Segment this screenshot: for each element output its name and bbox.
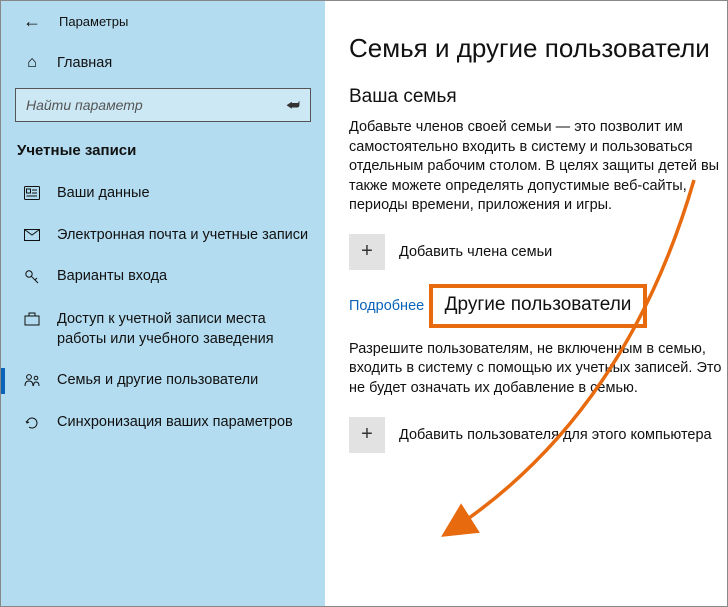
category-title: Учетные записи <box>1 136 325 173</box>
add-other-user-row[interactable]: + Добавить пользователя для этого компью… <box>349 417 725 453</box>
plus-icon: + <box>349 417 385 453</box>
sidebar: ← Параметры ⌂ Главная ⮨ Учетные записи В… <box>1 1 325 606</box>
nav-label: Варианты входа <box>57 267 167 287</box>
sidebar-item-signin-options[interactable]: Варианты входа <box>1 256 325 299</box>
nav-label: Доступ к учетной записи места работы или… <box>57 310 311 349</box>
sidebar-item-work-school[interactable]: Доступ к учетной записи места работы или… <box>1 299 325 360</box>
search-box[interactable]: ⮨ <box>15 88 311 122</box>
sidebar-header: ← Параметры <box>1 1 325 46</box>
nav-list: Ваши данные Электронная почта и учетные … <box>1 173 325 445</box>
person-card-icon <box>23 186 41 203</box>
nav-label: Синхронизация ваших параметров <box>57 413 293 433</box>
search-icon: ⮨ <box>286 97 300 114</box>
nav-label: Семья и другие пользователи <box>57 371 258 391</box>
nav-label: Электронная почта и учетные записи <box>57 226 308 246</box>
back-arrow-icon[interactable]: ← <box>23 11 41 32</box>
sidebar-item-email-accounts[interactable]: Электронная почта и учетные записи <box>1 215 325 257</box>
sidebar-item-family-users[interactable]: Семья и другие пользователи <box>1 360 325 402</box>
sidebar-item-home[interactable]: ⌂ Главная <box>1 46 325 84</box>
sync-icon <box>23 415 41 434</box>
sidebar-item-sync[interactable]: Синхронизация ваших параметров <box>1 402 325 445</box>
learn-more-link[interactable]: Подробнее <box>349 298 424 314</box>
search-input[interactable] <box>26 97 286 113</box>
plus-icon: + <box>349 234 385 270</box>
mail-icon <box>23 228 41 244</box>
people-icon <box>23 373 41 390</box>
family-heading: Ваша семья <box>349 86 725 108</box>
add-other-label: Добавить пользователя для этого компьюте… <box>399 427 712 443</box>
annotation-highlight-box: Другие пользователи <box>429 284 648 328</box>
home-label: Главная <box>57 55 112 71</box>
family-description: Добавьте членов своей семьи — это позвол… <box>349 118 725 216</box>
add-family-label: Добавить члена семьи <box>399 244 552 260</box>
briefcase-icon <box>23 312 41 329</box>
add-family-member-row[interactable]: + Добавить члена семьи <box>349 234 725 270</box>
home-icon: ⌂ <box>23 54 41 72</box>
settings-window: ← Параметры ⌂ Главная ⮨ Учетные записи В… <box>0 0 728 607</box>
page-title: Семья и другие пользователи <box>349 33 725 64</box>
others-heading: Другие пользователи <box>445 294 632 316</box>
others-description: Разрешите пользователям, не включенным в… <box>349 340 725 399</box>
nav-label: Ваши данные <box>57 184 150 204</box>
key-icon <box>23 269 41 288</box>
content-pane: Семья и другие пользователи Ваша семья Д… <box>325 1 727 606</box>
sidebar-item-your-info[interactable]: Ваши данные <box>1 173 325 215</box>
window-title: Параметры <box>59 14 128 29</box>
